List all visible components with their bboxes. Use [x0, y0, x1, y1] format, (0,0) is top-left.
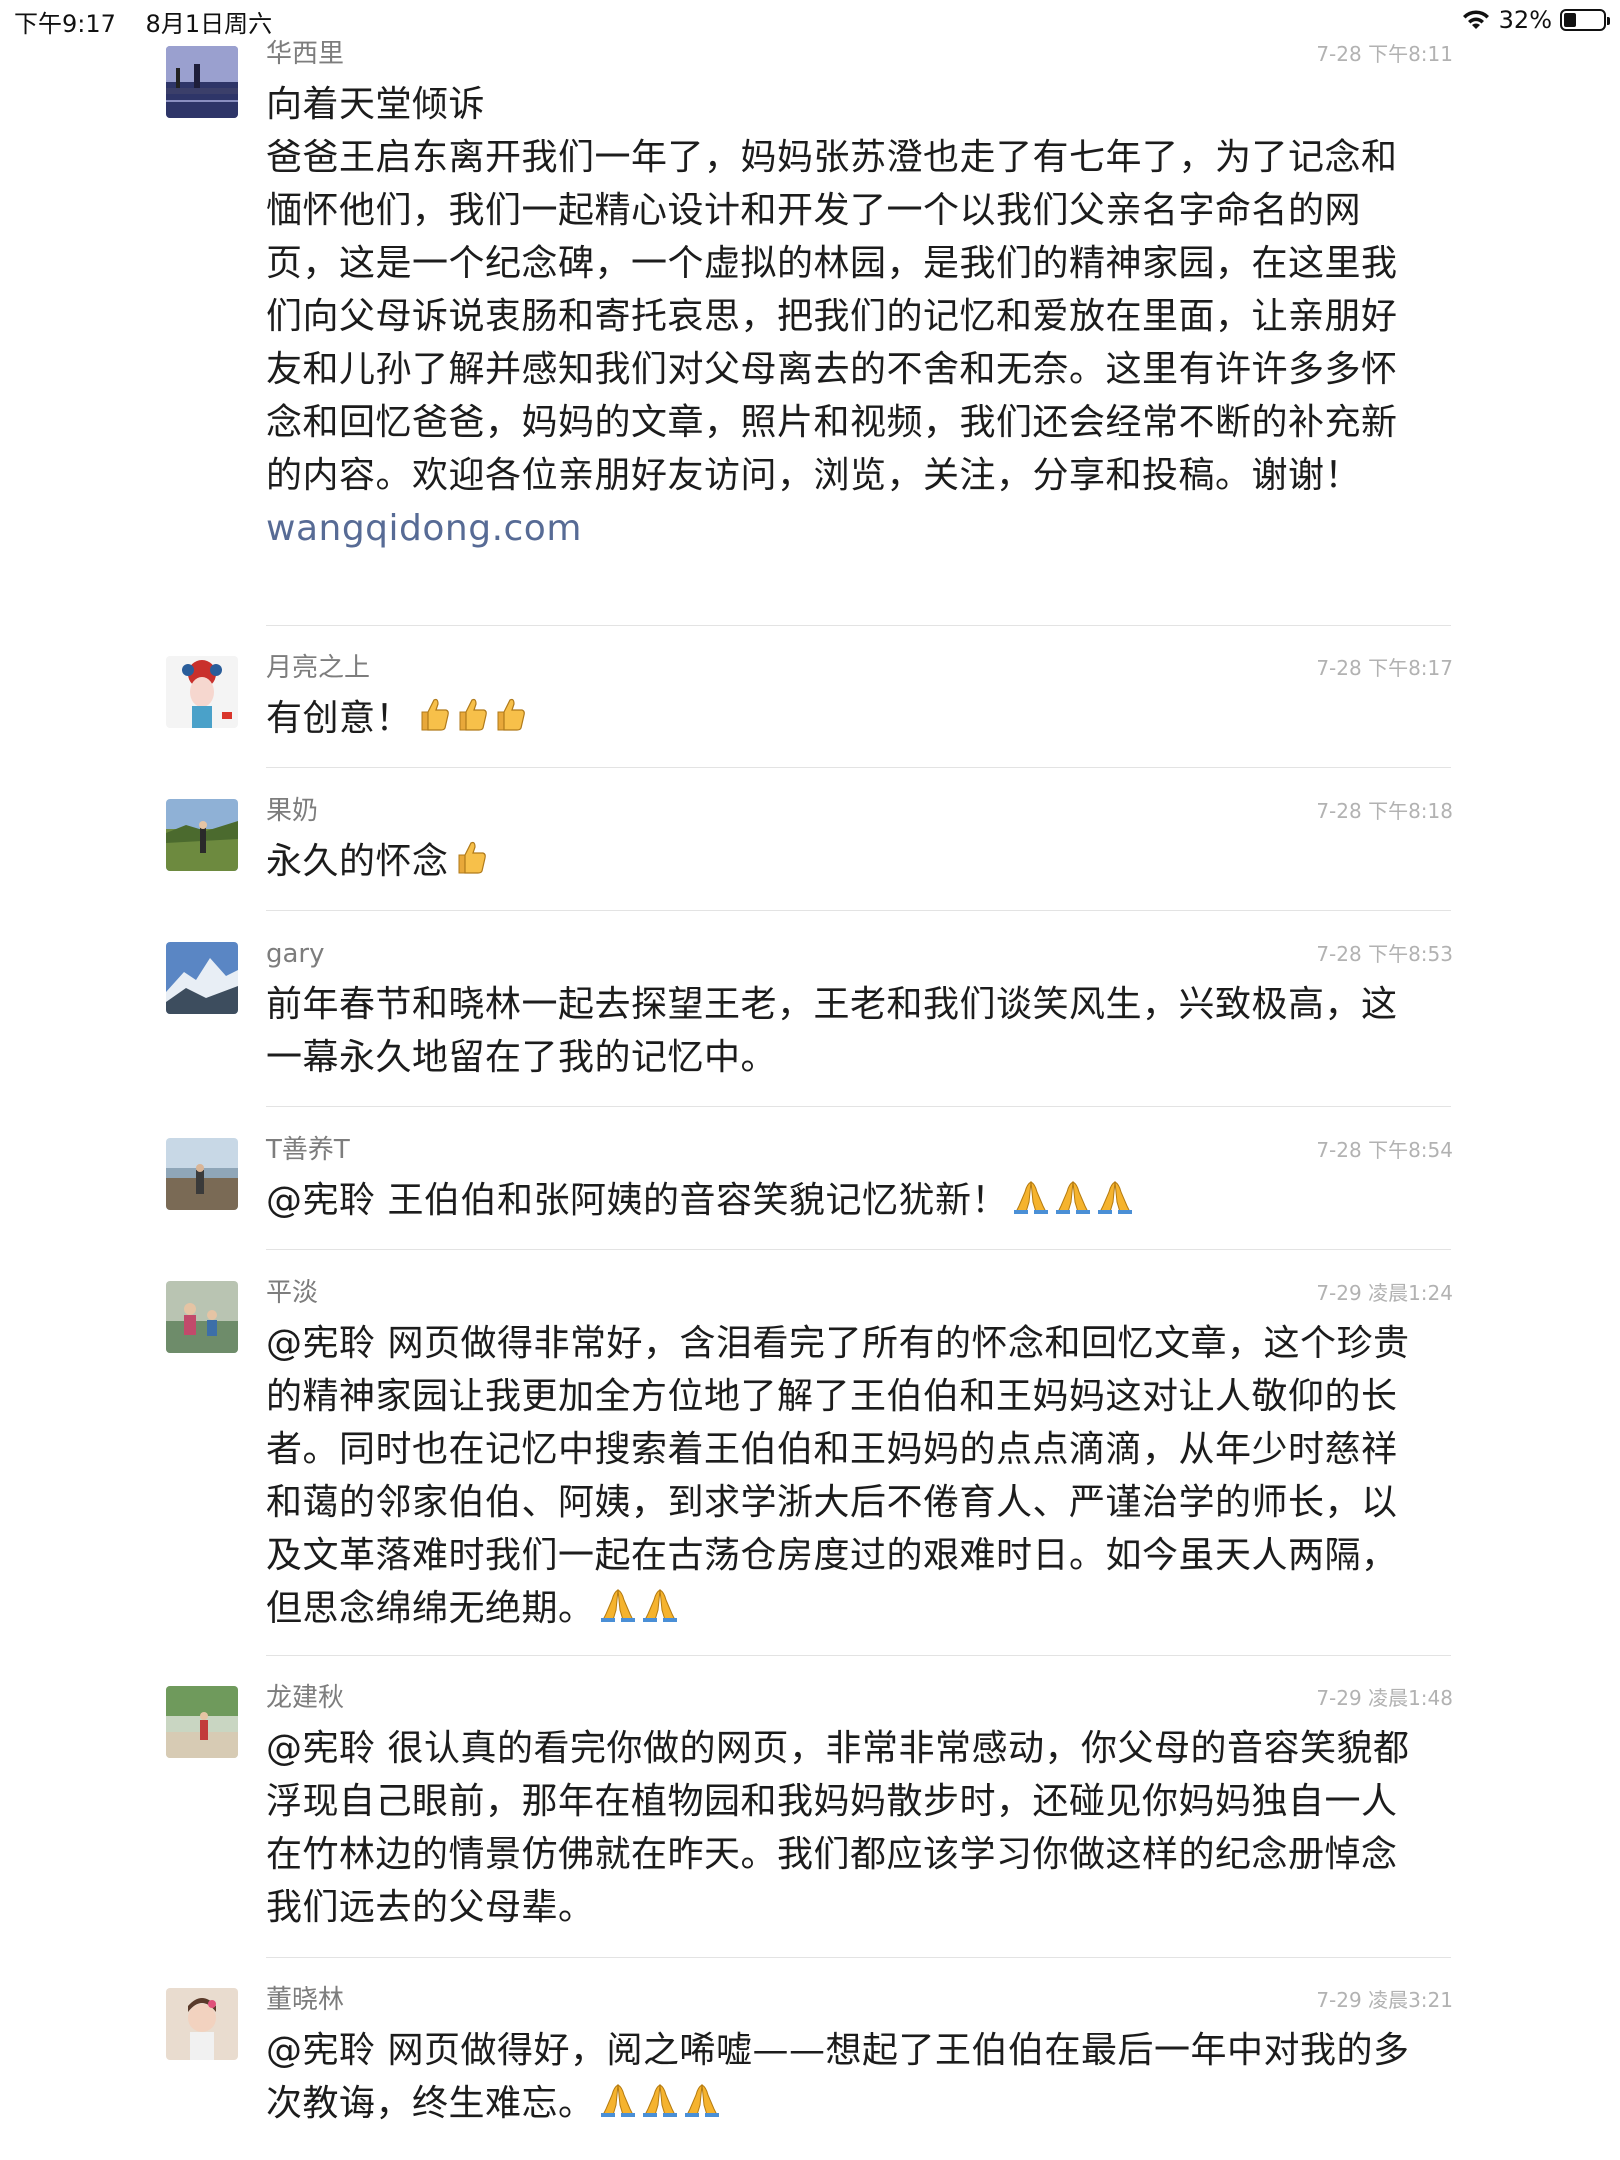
- comment-body: @宪聆 王伯伯和张阿姨的音容笑貌记忆犹新！: [266, 1180, 1008, 1221]
- avatar[interactable]: [166, 942, 238, 1014]
- battery-level: [1564, 13, 1577, 27]
- comment-text: @宪聆 网页做得好，阅之唏嘘——想起了王伯伯在最后一年中对我的多次教诲，终生难忘…: [266, 2024, 1426, 2132]
- comment-time: 7-28 下午8:18: [1316, 799, 1453, 823]
- avatar[interactable]: [166, 46, 238, 118]
- comment-text: 永久的怀念: [266, 835, 1426, 890]
- divider: [266, 910, 1451, 911]
- divider: [266, 1655, 1451, 1656]
- comment-time: 7-29 凌晨1:48: [1316, 1686, 1453, 1710]
- comment-body: @宪聆 很认真的看完你做的网页，非常非常感动，你父母的音容笑貌都浮现自己眼前，那…: [266, 1728, 1410, 1928]
- avatar[interactable]: [166, 1138, 238, 1210]
- thumbs-up-icon: [453, 837, 487, 890]
- avatar[interactable]: [166, 799, 238, 871]
- comment-time: 7-28 下午8:54: [1316, 1138, 1453, 1162]
- comment-text: @宪聆 网页做得非常好，含泪看完了所有的怀念和回忆文章，这个珍贵的精神家园让我更…: [266, 1317, 1426, 1637]
- divider: [266, 625, 1451, 626]
- comment-title: 向着天堂倾诉: [266, 84, 486, 125]
- comment-time: 7-29 凌晨1:24: [1316, 1281, 1453, 1305]
- comment-body: 有创意！: [266, 698, 413, 739]
- comment-text: @宪聆 很认真的看完你做的网页，非常非常感动，你父母的音容笑貌都浮现自己眼前，那…: [266, 1722, 1426, 1934]
- comment-time: 7-28 下午8:17: [1316, 656, 1453, 680]
- avatar[interactable]: [166, 1281, 238, 1353]
- thumbs-up-icon: [416, 694, 450, 747]
- wifi-icon: [1462, 10, 1489, 29]
- comment-author[interactable]: 月亮之上: [266, 653, 370, 683]
- folded-hands-icon: [599, 1584, 637, 1637]
- folded-hands-icon: [1012, 1176, 1050, 1229]
- comment-time: 7-29 凌晨3:21: [1316, 1988, 1453, 2012]
- comment-link[interactable]: wangqidong.com: [266, 502, 1426, 555]
- status-bar: 下午9:17 8月1日周六 32%: [0, 0, 1620, 40]
- comment-text: 有创意！: [266, 692, 1426, 747]
- battery-percent: 32%: [1498, 6, 1552, 34]
- comment-author[interactable]: 董晓林: [266, 1985, 344, 2015]
- comment-author[interactable]: 果奶: [266, 796, 318, 826]
- comment-author[interactable]: 平淡: [266, 1278, 318, 1308]
- comment-author[interactable]: 华西里: [266, 39, 344, 69]
- comment-author[interactable]: gary: [266, 939, 325, 969]
- folded-hands-icon: [641, 2079, 679, 2132]
- avatar[interactable]: [166, 1686, 238, 1758]
- comment-body: @宪聆 网页做得好，阅之唏嘘——想起了王伯伯在最后一年中对我的多次教诲，终生难忘…: [266, 2030, 1410, 2124]
- avatar[interactable]: [166, 1988, 238, 2060]
- folded-hands-icon: [683, 2079, 721, 2132]
- folded-hands-icon: [641, 1584, 679, 1637]
- folded-hands-icon: [1096, 1176, 1134, 1229]
- comment-body: @宪聆 网页做得非常好，含泪看完了所有的怀念和回忆文章，这个珍贵的精神家园让我更…: [266, 1323, 1410, 1629]
- folded-hands-icon: [1054, 1176, 1092, 1229]
- comment-time: 7-28 下午8:11: [1316, 42, 1453, 66]
- comment-text: @宪聆 王伯伯和张阿姨的音容笑貌记忆犹新！: [266, 1174, 1426, 1229]
- comment-body: 前年春节和晓林一起去探望王老，王老和我们谈笑风生，兴致极高，这一幕永久地留在了我…: [266, 984, 1398, 1078]
- thumbs-up-icon: [454, 694, 488, 747]
- comment-text: 向着天堂倾诉 爸爸王启东离开我们一年了，妈妈张苏澄也走了有七年了，为了记念和愐怀…: [266, 78, 1426, 555]
- comment-text: 前年春节和晓林一起去探望王老，王老和我们谈笑风生，兴致极高，这一幕永久地留在了我…: [266, 978, 1426, 1084]
- divider: [266, 767, 1451, 768]
- battery-icon: [1560, 9, 1610, 31]
- thumbs-up-icon: [492, 694, 526, 747]
- divider: [266, 1249, 1451, 1250]
- divider: [266, 1106, 1451, 1107]
- comment-body: 爸爸王启东离开我们一年了，妈妈张苏澄也走了有七年了，为了记念和愐怀他们，我们一起…: [266, 137, 1398, 496]
- folded-hands-icon: [599, 2079, 637, 2132]
- comment-body: 永久的怀念: [266, 841, 449, 882]
- comment-author[interactable]: 龙建秋: [266, 1683, 344, 1713]
- status-time: 下午9:17: [14, 10, 116, 38]
- comment-author[interactable]: T善养T: [266, 1135, 350, 1165]
- comment-time: 7-28 下午8:53: [1316, 942, 1453, 966]
- divider: [266, 1957, 1451, 1958]
- avatar[interactable]: [166, 656, 238, 728]
- status-date: 8月1日周六: [145, 10, 273, 38]
